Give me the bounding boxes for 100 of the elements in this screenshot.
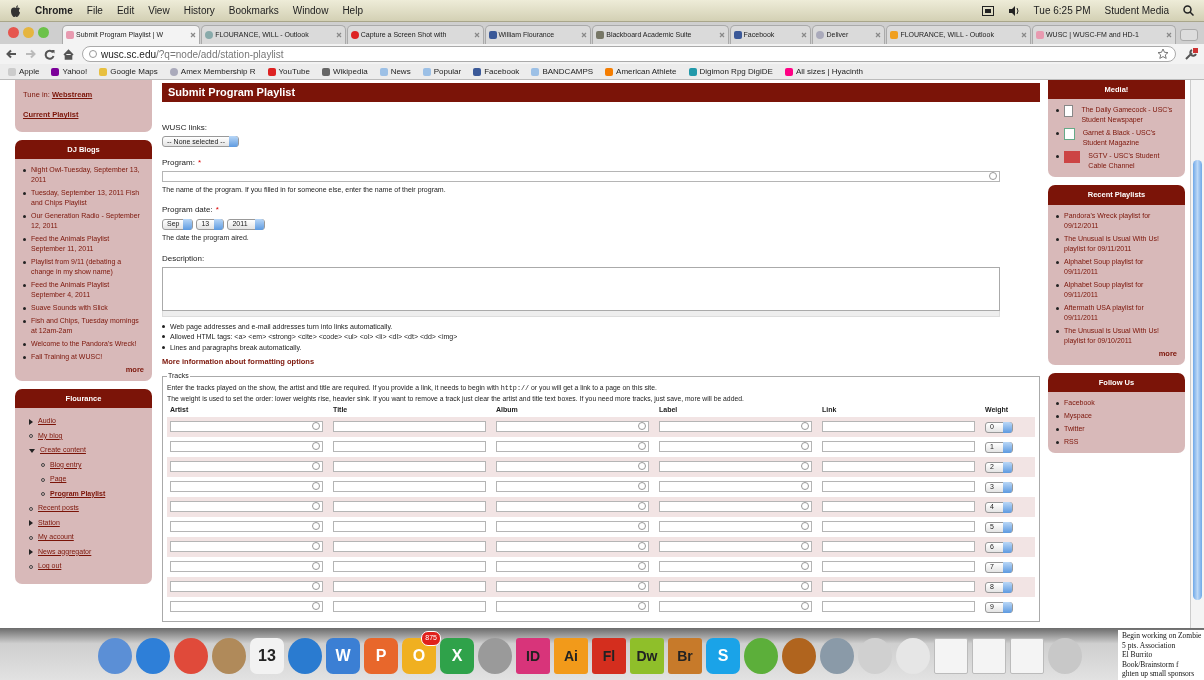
text-field[interactable]	[822, 560, 975, 572]
close-icon[interactable]	[473, 32, 480, 38]
text-field[interactable]	[170, 420, 323, 432]
menu-item[interactable]: File	[86, 3, 103, 18]
star-icon[interactable]	[1157, 48, 1169, 60]
text-field[interactable]	[496, 600, 649, 612]
text-field[interactable]	[659, 500, 812, 512]
user-menu[interactable]: Student Media	[1104, 3, 1169, 18]
app-icon[interactable]	[212, 638, 246, 674]
back-icon[interactable]	[6, 49, 17, 59]
close-icon[interactable]	[875, 32, 882, 38]
reload-icon[interactable]	[44, 48, 55, 60]
text-field[interactable]	[659, 560, 812, 572]
window-button[interactable]	[8, 27, 19, 38]
text-field[interactable]	[496, 540, 649, 552]
app-icon[interactable]: Br	[668, 638, 702, 674]
collapsed-arrow-icon[interactable]	[29, 418, 33, 425]
app-icon[interactable]	[820, 638, 854, 674]
bookmark[interactable]: Google Maps	[99, 65, 158, 78]
scrollbar[interactable]	[1190, 80, 1204, 628]
text-field[interactable]	[333, 560, 486, 572]
address-field[interactable]: wusc.sc.edu/?q=node/add/station-playlist	[82, 46, 1176, 62]
app-icon[interactable]	[478, 638, 512, 674]
text-field[interactable]	[170, 560, 323, 572]
bookmark[interactable]: Digimon Rpg DigiDE	[688, 65, 773, 78]
text-field[interactable]	[822, 600, 975, 612]
app-icon[interactable]	[896, 638, 930, 674]
app-icon[interactable]	[288, 638, 322, 674]
text-field[interactable]	[496, 500, 649, 512]
text-field[interactable]	[170, 600, 323, 612]
text-field[interactable]	[659, 460, 812, 472]
text-field[interactable]	[496, 520, 649, 532]
text-field[interactable]	[496, 420, 649, 432]
app-icon[interactable]	[972, 638, 1006, 674]
text-field[interactable]	[333, 540, 486, 552]
menu-item[interactable]: Help	[342, 3, 363, 18]
bookmark[interactable]: BANDCAMPS	[531, 65, 594, 78]
resize-handle[interactable]	[162, 310, 1000, 317]
close-icon[interactable]	[335, 32, 342, 38]
text-field[interactable]	[496, 480, 649, 492]
wrench-icon[interactable]	[1184, 48, 1198, 60]
expanded-arrow-icon[interactable]	[29, 448, 35, 453]
app-icon[interactable]	[744, 638, 778, 674]
app-icon[interactable]: 13	[250, 638, 284, 674]
collapsed-arrow-icon[interactable]	[29, 549, 33, 555]
text-field[interactable]	[659, 480, 812, 492]
text-field[interactable]	[170, 500, 323, 512]
text-field[interactable]	[333, 460, 486, 472]
app-icon[interactable]	[136, 638, 170, 674]
new-tab-button[interactable]	[1179, 29, 1198, 41]
app-icon[interactable]: W	[326, 638, 360, 674]
bookmark[interactable]: Yahoo!	[51, 65, 88, 78]
text-field[interactable]	[333, 600, 486, 612]
text-field[interactable]	[822, 460, 975, 472]
text-field[interactable]	[659, 580, 812, 592]
app-icon[interactable]: Ai	[554, 638, 588, 674]
menu-item[interactable]: Edit	[116, 3, 135, 18]
text-field[interactable]	[333, 480, 486, 492]
app-icon[interactable]	[174, 638, 208, 674]
search-icon[interactable]	[1183, 5, 1194, 16]
text-field[interactable]	[496, 460, 649, 472]
app-menu[interactable]: Chrome	[35, 3, 73, 18]
window-button[interactable]	[38, 27, 49, 38]
text-field[interactable]	[170, 460, 323, 472]
text-field[interactable]	[822, 440, 975, 452]
close-icon[interactable]	[190, 32, 197, 38]
bookmark[interactable]: Amex Membership R	[169, 65, 256, 78]
forward-icon[interactable]	[25, 49, 36, 59]
close-icon[interactable]	[581, 32, 588, 38]
text-field[interactable]	[659, 520, 812, 532]
display-icon[interactable]	[981, 5, 994, 16]
text-field[interactable]	[822, 500, 975, 512]
text-field[interactable]	[333, 520, 486, 532]
text-field[interactable]	[822, 420, 975, 432]
menu-item[interactable]: View	[148, 3, 170, 18]
collapsed-arrow-icon[interactable]	[29, 520, 33, 526]
app-icon[interactable]	[1010, 638, 1044, 674]
app-icon[interactable]	[934, 638, 968, 674]
menu-item[interactable]: Bookmarks	[228, 3, 279, 18]
bookmark[interactable]: Facebook	[473, 65, 520, 78]
app-icon[interactable]: Dw	[630, 638, 664, 674]
speaker-icon[interactable]	[1007, 5, 1020, 16]
text-field[interactable]	[333, 440, 486, 452]
close-icon[interactable]	[801, 32, 808, 38]
program-field[interactable]	[162, 170, 1000, 182]
text-field[interactable]	[822, 540, 975, 552]
menu-item[interactable]: History	[183, 3, 215, 18]
bookmark[interactable]: American Athlete	[605, 65, 677, 78]
text-field[interactable]	[822, 580, 975, 592]
text-field[interactable]	[170, 540, 323, 552]
window-button[interactable]	[23, 27, 34, 38]
text-field[interactable]	[333, 500, 486, 512]
app-icon[interactable]	[98, 638, 132, 674]
text-field[interactable]	[822, 520, 975, 532]
text-field[interactable]	[170, 480, 323, 492]
bookmark[interactable]: Popular	[422, 65, 462, 78]
text-field[interactable]	[496, 440, 649, 452]
apple-icon[interactable]	[10, 4, 21, 17]
description-field[interactable]	[162, 266, 1000, 311]
text-field[interactable]	[170, 580, 323, 592]
